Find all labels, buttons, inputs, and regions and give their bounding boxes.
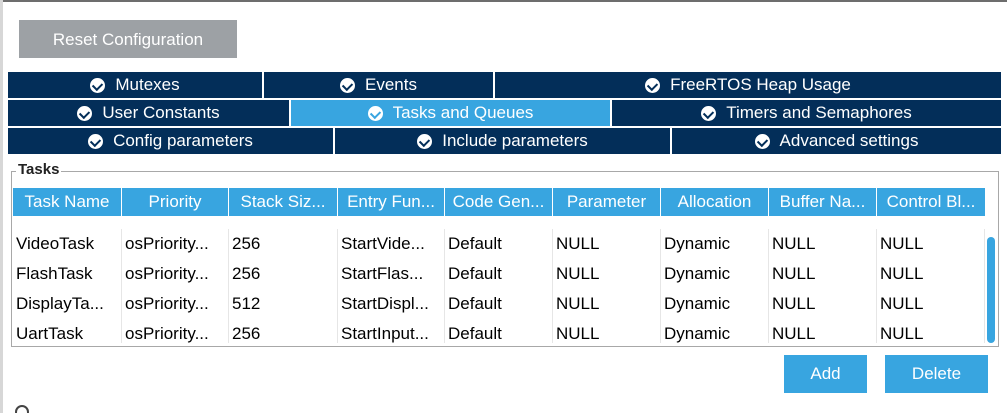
table-row[interactable]: FlashTask osPriority... 256 StartFlas... Def… xyxy=(13,259,985,289)
tab-label: User Constants xyxy=(102,103,220,122)
cell-control-block[interactable]: NULL xyxy=(877,289,985,319)
cell-entry-function[interactable]: StartDispl... xyxy=(338,289,445,319)
tab-label: Include parameters xyxy=(442,131,588,150)
cell-priority[interactable]: osPriority... xyxy=(122,289,229,319)
check-circle-icon xyxy=(88,133,104,149)
column-header-stack-size[interactable]: Stack Siz... xyxy=(229,188,338,216)
table-row[interactable]: DisplayTa... osPriority... 512 StartDispl..… xyxy=(13,289,985,319)
tab-label: Events xyxy=(365,75,417,94)
cell-stack-size[interactable]: 256 xyxy=(229,229,338,259)
cell-code-generation[interactable]: Default xyxy=(445,259,553,289)
cell-parameter[interactable]: NULL xyxy=(553,259,661,289)
tab-label: FreeRTOS Heap Usage xyxy=(670,75,851,94)
tasks-table-header: Task Name Priority Stack Siz... Entry Fu… xyxy=(13,188,985,216)
cell-code-generation[interactable]: Default xyxy=(445,319,553,343)
cell-entry-function[interactable]: StartFlas... xyxy=(338,259,445,289)
tab-row-1: Mutexes Events FreeRTOS Heap Usage xyxy=(8,72,1001,100)
cell-entry-function[interactable]: StartVide... xyxy=(338,229,445,259)
tab-row-2: User Constants Tasks and Queues Timers a… xyxy=(8,100,1001,128)
cell-allocation[interactable]: Dynamic xyxy=(661,289,769,319)
cell-stack-size[interactable]: 256 xyxy=(229,259,338,289)
column-header-priority[interactable]: Priority xyxy=(122,188,229,216)
tab-freertos-heap-usage[interactable]: FreeRTOS Heap Usage xyxy=(495,72,1001,100)
cell-task-name[interactable]: VideoTask xyxy=(13,229,122,259)
cell-parameter[interactable]: NULL xyxy=(553,289,661,319)
column-header-allocation[interactable]: Allocation xyxy=(661,188,769,216)
cell-stack-size[interactable]: 512 xyxy=(229,289,338,319)
tab-row-3: Config parameters Include parameters Adv… xyxy=(8,128,1001,156)
cell-allocation[interactable]: Dynamic xyxy=(661,319,769,343)
add-task-button[interactable]: Add xyxy=(784,355,867,393)
tab-mutexes[interactable]: Mutexes xyxy=(8,72,264,100)
check-circle-icon xyxy=(701,105,717,121)
cell-task-name[interactable]: FlashTask xyxy=(13,259,122,289)
cell-parameter[interactable]: NULL xyxy=(553,229,661,259)
tab-advanced-settings[interactable]: Advanced settings xyxy=(672,128,1001,156)
column-header-buffer-name[interactable]: Buffer Na... xyxy=(769,188,877,216)
tab-label: Mutexes xyxy=(115,75,180,94)
check-circle-icon xyxy=(367,105,383,121)
check-circle-icon xyxy=(417,133,433,149)
tab-label: Tasks and Queues xyxy=(392,103,534,122)
tasks-table: Task Name Priority Stack Siz... Entry Fu… xyxy=(13,188,985,343)
check-circle-icon xyxy=(90,77,106,93)
next-section-icon xyxy=(15,405,29,413)
scrollbar-thumb[interactable] xyxy=(987,237,995,343)
tab-tasks-and-queues[interactable]: Tasks and Queues xyxy=(291,100,612,128)
cell-control-block[interactable]: NULL xyxy=(877,259,985,289)
column-header-control-block[interactable]: Control Bl... xyxy=(877,188,985,216)
cell-priority[interactable]: osPriority... xyxy=(122,319,229,343)
tab-timers-and-semaphores[interactable]: Timers and Semaphores xyxy=(612,100,1001,128)
config-tabs: Mutexes Events FreeRTOS Heap Usage User … xyxy=(8,72,1001,156)
check-circle-icon xyxy=(340,77,355,93)
cell-buffer-name[interactable]: NULL xyxy=(769,259,877,289)
tab-events[interactable]: Events xyxy=(264,72,495,100)
tab-config-parameters[interactable]: Config parameters xyxy=(8,128,335,156)
tasks-table-body: VideoTask osPriority... 256 StartVide... Def… xyxy=(13,229,985,343)
column-header-parameter[interactable]: Parameter xyxy=(553,188,661,216)
cell-code-generation[interactable]: Default xyxy=(445,289,553,319)
cell-control-block[interactable]: NULL xyxy=(877,229,985,259)
cell-priority[interactable]: osPriority... xyxy=(122,229,229,259)
window-top-edge xyxy=(0,0,1007,4)
left-border xyxy=(0,0,3,413)
cell-control-block[interactable]: NULL xyxy=(877,319,985,343)
cell-priority[interactable]: osPriority... xyxy=(122,259,229,289)
delete-task-button[interactable]: Delete xyxy=(885,355,988,393)
cell-task-name[interactable]: UartTask xyxy=(13,319,122,343)
check-circle-icon xyxy=(77,105,93,121)
reset-configuration-button[interactable]: Reset Configuration xyxy=(19,20,237,58)
cell-parameter[interactable]: NULL xyxy=(553,319,661,343)
tab-include-parameters[interactable]: Include parameters xyxy=(335,128,672,156)
tasks-group-title: Tasks xyxy=(16,161,62,179)
check-circle-icon xyxy=(754,133,770,149)
cell-entry-function[interactable]: StartInput... xyxy=(338,319,445,343)
tab-label: Timers and Semaphores xyxy=(726,103,912,122)
tab-label: Config parameters xyxy=(113,131,253,150)
column-header-task-name[interactable]: Task Name xyxy=(13,188,122,216)
column-header-entry-function[interactable]: Entry Fun... xyxy=(338,188,445,216)
tab-label: Advanced settings xyxy=(779,131,919,150)
cell-stack-size[interactable]: 256 xyxy=(229,319,338,343)
check-circle-icon xyxy=(645,77,661,93)
cell-allocation[interactable]: Dynamic xyxy=(661,259,769,289)
cell-buffer-name[interactable]: NULL xyxy=(769,289,877,319)
tab-user-constants[interactable]: User Constants xyxy=(8,100,291,128)
cell-task-name[interactable]: DisplayTa... xyxy=(13,289,122,319)
cell-allocation[interactable]: Dynamic xyxy=(661,229,769,259)
cell-buffer-name[interactable]: NULL xyxy=(769,229,877,259)
table-row[interactable]: UartTask osPriority... 256 StartInput... Def… xyxy=(13,319,985,343)
cell-buffer-name[interactable]: NULL xyxy=(769,319,877,343)
table-row[interactable]: VideoTask osPriority... 256 StartVide... Def… xyxy=(13,229,985,259)
cell-code-generation[interactable]: Default xyxy=(445,229,553,259)
column-header-code-generation[interactable]: Code Gen... xyxy=(445,188,553,216)
